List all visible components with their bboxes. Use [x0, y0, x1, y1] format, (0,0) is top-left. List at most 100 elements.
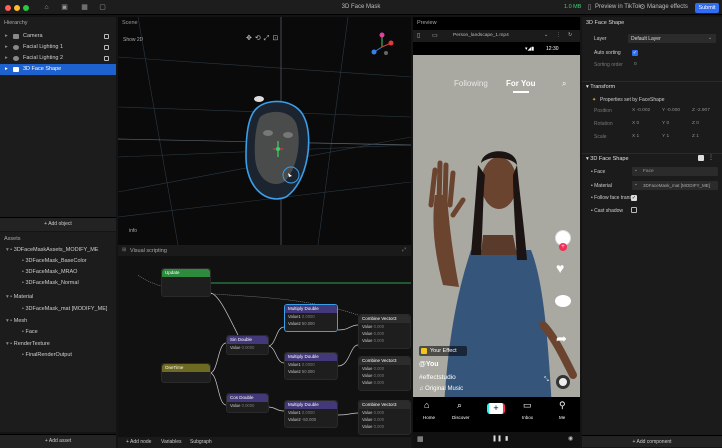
hierarchy-item-3d-face-shape[interactable]: ▸ 3D Face Shape: [0, 64, 116, 75]
comment-icon[interactable]: [555, 295, 571, 307]
stop-icon[interactable]: ▮: [505, 435, 508, 442]
follow-face-checkbox[interactable]: ✓: [631, 195, 637, 201]
hierarchy-item-lighting-1[interactable]: ▸ Facial Lighting 1: [0, 42, 116, 53]
discover-nav-icon[interactable]: ⌕: [457, 400, 462, 411]
add-asset-button[interactable]: + Add asset: [0, 434, 116, 448]
scale-z[interactable]: Z 1: [692, 134, 699, 139]
share-icon[interactable]: ➦: [556, 331, 567, 347]
node-port-value[interactable]: 0.000: [374, 366, 384, 371]
visibility-checkbox[interactable]: [104, 45, 109, 50]
multiply-double-node-2[interactable]: Multiply Double Value1 0.0000 Value2 50.…: [284, 352, 338, 380]
hierarchy-item-lighting-2[interactable]: ▸ Facial Lighting 2: [0, 53, 116, 64]
music-label[interactable]: ♫ Original Music: [419, 386, 463, 392]
node-port-value[interactable]: 0.0000: [302, 410, 315, 415]
asset-item[interactable]: ▪ FinalRenderOutput: [22, 350, 116, 361]
transform-section[interactable]: ▾ Transform: [586, 84, 615, 90]
update-node[interactable]: Update: [161, 268, 211, 297]
username[interactable]: @You: [419, 361, 439, 368]
asset-item[interactable]: ▪ 3DFaceMask_MRAO: [22, 267, 116, 278]
effect-badge[interactable]: Your Effect: [419, 346, 467, 356]
component-enable-checkbox[interactable]: [698, 155, 704, 161]
asset-folder[interactable]: ▾ ▪ 3DFaceMaskAssets_MODIFY_ME: [6, 245, 116, 256]
more-icon[interactable]: ⋮: [556, 32, 561, 38]
position-y[interactable]: Y -0.000: [662, 108, 680, 113]
node-port-value[interactable]: -50.000: [302, 417, 316, 422]
home-icon[interactable]: ⌂: [42, 3, 51, 12]
phone-icon[interactable]: ▯: [417, 32, 420, 39]
follow-plus-icon[interactable]: +: [559, 243, 567, 251]
submit-button[interactable]: Submit: [695, 3, 719, 13]
visibility-checkbox[interactable]: [104, 56, 109, 61]
scene-viewport[interactable]: Scene Show 2D ✥⟲⤢⊡ info: [118, 17, 411, 245]
manage-effects-button[interactable]: Manage effects: [647, 3, 688, 12]
onetime-node[interactable]: OneTime: [161, 363, 211, 383]
auto-sorting-checkbox[interactable]: ✓: [632, 50, 638, 56]
save-icon[interactable]: ▣: [60, 3, 69, 12]
pause-icon[interactable]: ❚❚: [492, 435, 502, 442]
me-nav-icon[interactable]: ⚲: [559, 400, 566, 411]
node-port-value[interactable]: 0.000: [374, 417, 384, 422]
subgraph-tab[interactable]: Subgraph: [190, 439, 212, 445]
fullscreen-icon[interactable]: ⤡: [544, 377, 549, 384]
sin-double-node[interactable]: Sin Double Value 0.0000: [226, 335, 269, 355]
camera-icon[interactable]: ◉: [568, 435, 573, 442]
cast-shadow-checkbox[interactable]: [631, 207, 637, 213]
video-icon[interactable]: ▭: [432, 32, 438, 39]
minimize-window-button[interactable]: [14, 5, 20, 11]
visual-scripting-panel[interactable]: ⊞ Visual scripting ⤢ Update OneTime Sin …: [118, 245, 411, 437]
node-port-value[interactable]: 0.000: [374, 324, 384, 329]
node-port-value[interactable]: 0.000: [374, 424, 384, 429]
refresh-icon[interactable]: ↻: [568, 32, 572, 38]
node-port-value[interactable]: 0.000: [374, 338, 384, 343]
visibility-checkbox[interactable]: [104, 34, 109, 39]
face-shape-section[interactable]: ▾ 3D Face Shape: [586, 156, 629, 162]
cos-double-node[interactable]: Cos Double Value 0.0000: [226, 393, 269, 413]
chevron-down-icon[interactable]: ⌄: [544, 32, 548, 38]
add-object-button[interactable]: + Add object: [0, 217, 116, 231]
grid-icon[interactable]: ▦: [417, 435, 424, 443]
combine-vector3-node-3[interactable]: Combine Vector3 Value 0.000 Value 0.000 …: [358, 400, 411, 435]
variables-tab[interactable]: Variables: [161, 439, 181, 445]
add-node-button[interactable]: + Add node: [126, 439, 151, 445]
rotation-z[interactable]: Z 0: [692, 121, 699, 126]
asset-folder[interactable]: ▾ ▪ Mesh: [6, 316, 116, 327]
tab-following[interactable]: Following: [454, 79, 488, 88]
hierarchy-item-camera[interactable]: ▸ Camera: [0, 31, 116, 42]
like-icon[interactable]: ♥: [556, 260, 564, 276]
hashtag[interactable]: #effectstudio: [419, 374, 456, 381]
preview-in-tiktok-button[interactable]: Preview in TikTok: [595, 3, 641, 12]
preview-file-select[interactable]: Person_landscape_1.mp4: [453, 33, 509, 38]
search-icon[interactable]: ⌕: [562, 79, 566, 89]
phone-preview[interactable]: Following For You ⌕ + ♥ ➦ Your Effect @Y…: [413, 55, 580, 427]
asset-item[interactable]: ▪ 3DFaceMask_Normal: [22, 278, 116, 289]
multiply-double-node-1[interactable]: Multiply Double Value1 0.0000 Value2 50.…: [284, 304, 338, 332]
add-component-button[interactable]: + Add component: [582, 435, 722, 447]
node-port-value[interactable]: 0.000: [374, 410, 384, 415]
position-z[interactable]: Z -2.907: [692, 108, 710, 113]
maximize-window-button[interactable]: [23, 5, 29, 11]
box-icon[interactable]: ▢: [98, 3, 107, 12]
node-port-value[interactable]: 50.000: [302, 369, 315, 374]
node-port-value[interactable]: 0.000: [374, 373, 384, 378]
close-window-button[interactable]: [5, 5, 11, 11]
combine-vector3-node-2[interactable]: Combine Vector3 Value 0.000 Value 0.000 …: [358, 356, 411, 391]
combine-vector3-node-1[interactable]: Combine Vector3 Value 0.000 Value 0.000 …: [358, 314, 411, 349]
home-nav-icon[interactable]: ⌂: [424, 400, 429, 410]
tab-for-you[interactable]: For You: [506, 79, 535, 88]
position-x[interactable]: X -0.002: [632, 108, 650, 113]
scale-y[interactable]: Y 1: [662, 134, 669, 139]
face-mesh-field[interactable]: ▪ Face: [632, 167, 718, 176]
music-disc-icon[interactable]: [556, 375, 570, 389]
material-field[interactable]: ▪ 3DFaceMask_mat [MODIFY_ME]: [632, 181, 718, 190]
node-port-value[interactable]: 0.0000: [302, 314, 315, 319]
create-button[interactable]: +: [487, 403, 505, 414]
asset-item[interactable]: ▪ 3DFaceMask_BaseColor: [22, 256, 116, 267]
multiply-double-node-3[interactable]: Multiply Double Value1 0.0000 Value2 -50…: [284, 400, 338, 428]
asset-item[interactable]: ▪ 3DFaceMask_mat [MODIFY_ME]: [22, 304, 116, 315]
grid-icon[interactable]: ▦: [80, 3, 89, 12]
scale-x[interactable]: X 1: [632, 134, 639, 139]
node-port-value[interactable]: 0.000: [374, 380, 384, 385]
layer-select[interactable]: Default Layer ⌄: [628, 34, 716, 43]
node-port-value[interactable]: 0.000: [374, 331, 384, 336]
asset-item[interactable]: ▪ Face: [22, 327, 116, 338]
